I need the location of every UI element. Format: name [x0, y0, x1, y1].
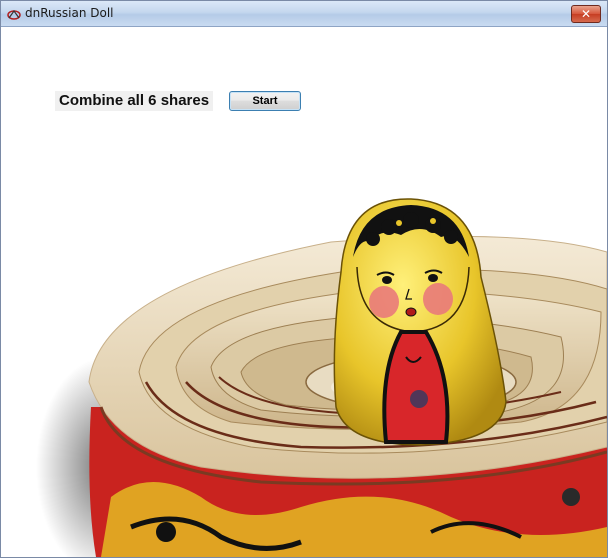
instruction-label: Combine all 6 shares [55, 91, 214, 111]
title-bar[interactable]: dnRussian Doll ✕ [1, 1, 607, 27]
matryoshka-doll [333, 198, 507, 446]
client-area: Combine all 6 shares Start [1, 27, 607, 557]
window-title: dnRussian Doll [25, 6, 114, 20]
close-button[interactable]: ✕ [571, 5, 601, 23]
close-icon: ✕ [580, 7, 592, 21]
start-button[interactable]: Start [229, 91, 301, 111]
app-window: dnRussian Doll ✕ Combine all 6 shares St… [0, 0, 608, 558]
russian-doll-app-icon [7, 9, 21, 20]
